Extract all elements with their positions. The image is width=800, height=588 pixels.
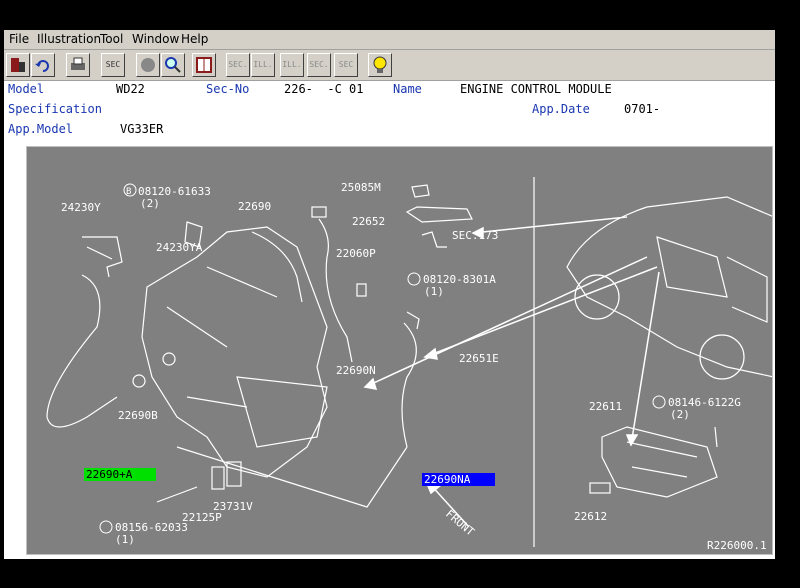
- part-label-25085m[interactable]: 25085M: [341, 181, 381, 194]
- part-label-22611[interactable]: 22611: [589, 400, 622, 413]
- menu-window[interactable]: Window: [132, 32, 179, 46]
- part-label-22612[interactable]: 22612: [574, 510, 607, 523]
- sec-no-value: 226- -C 01: [284, 82, 364, 96]
- application-window: File Illustration Tool Window Help SEC S…: [4, 30, 775, 559]
- menu-help[interactable]: Help: [181, 32, 208, 46]
- part-label-24230y[interactable]: 24230Y: [61, 201, 101, 214]
- section-next-label: SEC.: [309, 60, 329, 69]
- illustration-first-label: ILL.: [253, 60, 273, 69]
- part-qty-08120-8301a: (1): [424, 285, 444, 298]
- menu-illustration[interactable]: Illustration: [37, 32, 101, 46]
- part-label-22690b[interactable]: 22690B: [118, 409, 158, 422]
- toolbar: SEC SEC. ILL. ILL. SEC. SEC: [4, 50, 775, 81]
- part-label-22690na[interactable]: 22690NA: [424, 473, 471, 486]
- model-label: Model: [8, 82, 45, 96]
- section-label: SEC: [105, 60, 121, 69]
- sec-no-label: Sec-No: [206, 82, 250, 96]
- part-label-22652[interactable]: 22652: [352, 215, 385, 228]
- section-button[interactable]: SEC: [101, 53, 125, 77]
- specification-label: Specification: [8, 102, 102, 116]
- bolt-symbol: B: [126, 187, 131, 197]
- section-next-button[interactable]: SEC.: [307, 53, 331, 77]
- part-label-22651e[interactable]: 22651E: [459, 352, 499, 365]
- part-label-22060p[interactable]: 22060P: [336, 247, 376, 260]
- part-label-sec173[interactable]: SEC.173: [452, 229, 498, 242]
- undo-button[interactable]: [31, 53, 55, 77]
- name-label: Name: [393, 82, 422, 96]
- part-qty-08156-62033: (1): [115, 533, 135, 546]
- part-qty-08120-61633: (2): [140, 197, 160, 210]
- app-model-value: VG33ER: [120, 122, 164, 136]
- part-label-23731v[interactable]: 23731V: [213, 500, 253, 513]
- app-date-label: App.Date: [532, 102, 590, 116]
- section-query-label: SEC: [338, 60, 354, 69]
- book-icon: [196, 57, 212, 73]
- circle-button[interactable]: [136, 53, 160, 77]
- drawing-code: R226000.1: [707, 539, 767, 552]
- part-label-22690[interactable]: 22690: [238, 200, 271, 213]
- undo-icon: [35, 60, 49, 72]
- app-model-label: App.Model: [8, 122, 74, 136]
- magnifier-icon: [165, 57, 181, 73]
- section-prev-button[interactable]: SEC.: [226, 53, 250, 77]
- illustration-next-label: ILL.: [282, 60, 302, 69]
- section-prev-label: SEC.: [228, 60, 248, 69]
- model-value: WD22: [116, 82, 145, 96]
- exit-button[interactable]: [6, 53, 30, 77]
- menu-bar: File Illustration Tool Window Help: [4, 30, 775, 50]
- part-qty-08146-6122g: (2): [670, 408, 690, 421]
- parts-illustration[interactable]: 24230Y B 08120-61633 (2) 24230YA 22690 2…: [26, 146, 773, 555]
- print-button[interactable]: [66, 53, 90, 77]
- part-label-22690a[interactable]: 22690+A: [86, 468, 133, 481]
- menu-tool[interactable]: Tool: [100, 32, 123, 46]
- menu-file[interactable]: File: [9, 32, 29, 46]
- illustration-next-button[interactable]: ILL.: [280, 53, 304, 77]
- section-query-button[interactable]: SEC: [334, 53, 358, 77]
- circle-icon: [141, 58, 155, 72]
- app-date-value: 0701-: [624, 102, 661, 116]
- help-bulb-icon: [373, 56, 387, 73]
- part-label-24230ya[interactable]: 24230YA: [156, 241, 203, 254]
- front-direction-label: FRONT: [443, 507, 477, 538]
- help-button[interactable]: [368, 53, 392, 77]
- part-label-22690n[interactable]: 22690N: [336, 364, 376, 377]
- illustration-canvas: 24230Y B 08120-61633 (2) 24230YA 22690 2…: [46, 177, 772, 552]
- name-value: ENGINE CONTROL MODULE: [460, 82, 612, 96]
- printer-icon: [71, 57, 85, 70]
- book-button[interactable]: [192, 53, 216, 77]
- exit-icon: [11, 58, 25, 72]
- zoom-button[interactable]: [161, 53, 185, 77]
- illustration-first-button[interactable]: ILL.: [251, 53, 275, 77]
